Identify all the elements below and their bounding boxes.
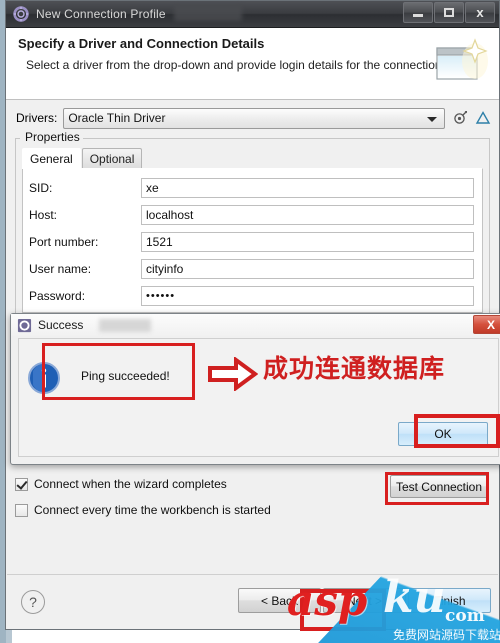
next-button[interactable]: Next > (323, 588, 406, 613)
gear-icon (17, 318, 32, 333)
field-row-username: User name: cityinfo (23, 255, 482, 282)
success-dialog-titlebar[interactable]: Success X (11, 314, 500, 336)
driver-selected-value: Oracle Thin Driver (68, 111, 166, 125)
edit-driver-definition-icon[interactable] (475, 110, 491, 126)
test-connection-button[interactable]: Test Connection (390, 475, 488, 498)
finish-button[interactable]: Finish (408, 588, 491, 613)
checkbox-connect-every-workbench-start-label: Connect every time the workbench is star… (34, 503, 271, 517)
question-mark-icon[interactable]: ? (21, 590, 45, 614)
window-controls: x (402, 2, 495, 24)
properties-tabs: General Optional (22, 148, 143, 169)
ok-button-label: OK (434, 427, 452, 441)
port-number-value: 1521 (146, 234, 173, 249)
connection-options: Connect when the wizard completes Connec… (15, 473, 490, 573)
close-icon: x (476, 5, 484, 20)
sid-label: SID: (29, 180, 53, 195)
checkbox-row-connect-on-startup[interactable]: Connect every time the workbench is star… (15, 499, 490, 521)
sid-value: xe (146, 180, 159, 195)
page-title: Specify a Driver and Connection Details (18, 36, 265, 51)
host-input[interactable]: localhost (141, 204, 474, 225)
tab-optional[interactable]: Optional (81, 148, 143, 169)
next-button-label: Next > (346, 593, 382, 608)
sid-input[interactable]: xe (141, 177, 474, 198)
back-button-label: < Back (260, 593, 299, 608)
page-description: Select a driver from the drop-down and p… (26, 58, 445, 72)
tab-general[interactable]: General (22, 148, 81, 169)
properties-group-label: Properties (22, 130, 83, 144)
checkbox-connect-when-wizard-completes-label: Connect when the wizard completes (34, 477, 227, 491)
field-row-password: Password: •••••• (23, 282, 482, 309)
wizard-window-icon (433, 34, 491, 92)
chevron-down-icon (427, 116, 437, 122)
wizard-button-bar: ? < Back Next > Finish (7, 574, 498, 628)
new-driver-definition-icon[interactable] (452, 110, 468, 126)
password-value: •••••• (146, 289, 176, 302)
navigation-buttons: < Back Next > Finish (238, 588, 491, 613)
field-row-host: Host: localhost (23, 201, 482, 228)
password-input[interactable]: •••••• (141, 285, 474, 306)
tab-general-label: General (30, 152, 73, 166)
ok-button[interactable]: OK (398, 422, 488, 446)
back-button[interactable]: < Back (238, 588, 321, 613)
annotation-chinese-note: 成功连通数据库 (263, 354, 446, 383)
drivers-row: Drivers: Oracle Thin Driver (6, 103, 499, 133)
success-dialog-close-button[interactable]: X (473, 315, 500, 334)
tab-optional-label: Optional (89, 152, 135, 166)
host-value: localhost (146, 207, 194, 222)
wizard-header-banner: Specify a Driver and Connection Details … (6, 28, 499, 100)
minimize-button[interactable] (403, 2, 433, 23)
host-label: Host: (29, 207, 58, 222)
general-tab-panel: SID: xe Host: localhost Port number: 152… (22, 168, 483, 313)
user-name-label: User name: (29, 261, 92, 276)
maximize-button[interactable] (434, 2, 464, 23)
success-message: Ping succeeded! (81, 369, 170, 383)
close-button[interactable]: x (465, 2, 495, 23)
window-title: New Connection Profile (36, 7, 166, 21)
password-label: Password: (29, 288, 86, 303)
user-name-input[interactable]: cityinfo (141, 258, 474, 279)
finish-button-label: Finish (433, 593, 466, 608)
port-number-input[interactable]: 1521 (141, 231, 474, 252)
drivers-label: Drivers: (16, 111, 58, 125)
title-blur-redaction (174, 5, 242, 21)
gear-icon (13, 6, 29, 22)
group-top-border (16, 138, 489, 139)
success-dialog-title: Success (38, 318, 84, 332)
info-icon (27, 361, 61, 395)
driver-dropdown[interactable]: Oracle Thin Driver (63, 107, 445, 129)
user-name-value: cityinfo (146, 261, 184, 276)
checkbox-connect-every-workbench-start[interactable] (15, 503, 28, 517)
close-icon: X (486, 317, 495, 332)
checkbox-connect-when-wizard-completes[interactable] (15, 477, 28, 491)
field-row-sid: SID: xe (23, 174, 482, 201)
window-titlebar[interactable]: New Connection Profile x (6, 1, 499, 28)
port-number-label: Port number: (29, 234, 99, 249)
properties-group: Properties General Optional SID: xe Host… (15, 130, 490, 314)
dialog-title-blur-redaction (99, 319, 151, 332)
field-row-port: Port number: 1521 (23, 228, 482, 255)
test-connection-label: Test Connection (395, 479, 483, 494)
right-arrow-annotation (208, 356, 259, 392)
